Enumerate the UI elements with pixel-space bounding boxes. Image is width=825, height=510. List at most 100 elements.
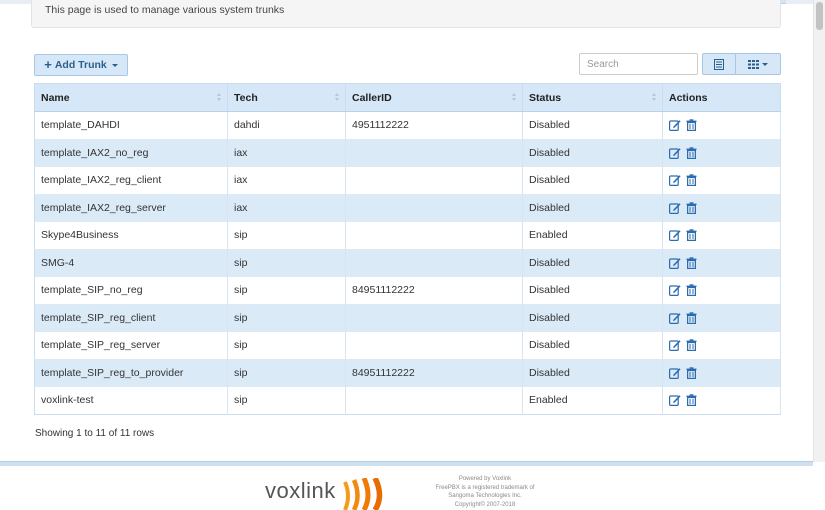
- table-row: SMG-4 sip Disabled: [34, 248, 781, 277]
- footer-line: FreePBX is a registered trademark of: [435, 484, 535, 491]
- cell-name: SMG-4: [34, 248, 228, 277]
- cell-status: Disabled: [522, 303, 663, 332]
- cell-tech: sip: [227, 221, 346, 249]
- trash-icon[interactable]: [686, 119, 698, 132]
- sort-icon: [512, 93, 517, 102]
- scrollbar-thumb[interactable]: [816, 2, 823, 30]
- columns-menu-button[interactable]: [735, 53, 781, 75]
- cell-name: template_IAX2_reg_client: [34, 166, 228, 194]
- cell-actions: [662, 193, 781, 222]
- table-row: Skype4Business sip Enabled: [34, 221, 781, 249]
- cell-callerid: [345, 386, 523, 414]
- columns-grid-icon: [748, 59, 759, 69]
- trunks-table: Name Tech CallerID Status Actions templa…: [34, 83, 781, 415]
- column-header-actions: Actions: [662, 83, 781, 112]
- edit-icon[interactable]: [669, 119, 681, 132]
- sort-icon: [335, 93, 340, 102]
- cell-tech: dahdi: [227, 111, 346, 139]
- cell-callerid: [345, 221, 523, 249]
- cell-tech: sip: [227, 358, 346, 387]
- trash-icon[interactable]: [686, 339, 698, 352]
- plus-icon: +: [44, 57, 52, 72]
- trash-icon[interactable]: [686, 284, 698, 297]
- cell-tech: iax: [227, 166, 346, 194]
- cell-status: Disabled: [522, 138, 663, 167]
- cell-status: Disabled: [522, 193, 663, 222]
- trash-icon[interactable]: [686, 394, 698, 407]
- cell-tech: sip: [227, 386, 346, 414]
- trash-icon[interactable]: [686, 147, 698, 159]
- cell-tech: sip: [227, 248, 346, 277]
- cell-callerid: [345, 331, 523, 359]
- cell-tech: iax: [227, 138, 346, 167]
- cell-name: template_SIP_no_reg: [34, 276, 228, 304]
- add-trunk-button[interactable]: + Add Trunk: [34, 54, 128, 76]
- edit-icon[interactable]: [669, 394, 681, 407]
- cell-status: Disabled: [522, 358, 663, 387]
- cell-actions: [662, 386, 781, 414]
- search-input[interactable]: [579, 53, 698, 75]
- column-header-callerid[interactable]: CallerID: [345, 83, 523, 112]
- cell-name: template_SIP_reg_to_provider: [34, 358, 228, 387]
- sort-icon: [652, 93, 657, 102]
- edit-icon[interactable]: [669, 257, 681, 269]
- edit-icon[interactable]: [669, 202, 681, 214]
- edit-icon[interactable]: [669, 284, 681, 297]
- footer-divider: [0, 461, 813, 466]
- table-row: template_SIP_reg_to_provider sip 849511122…: [34, 358, 781, 387]
- cell-callerid: [345, 166, 523, 194]
- column-header-name[interactable]: Name: [34, 83, 228, 112]
- cell-name: template_IAX2_no_reg: [34, 138, 228, 167]
- trash-icon[interactable]: [686, 174, 698, 187]
- cell-tech: sip: [227, 331, 346, 359]
- logo-waves-icon: [342, 478, 382, 510]
- footer-line: Powered by Voxlink: [458, 476, 512, 482]
- footer-credits: Powered by Voxlink FreePBX is a register…: [424, 475, 546, 509]
- toggle-view-button[interactable]: [702, 53, 736, 75]
- cell-status: Disabled: [522, 276, 663, 304]
- sort-icon: [217, 93, 222, 102]
- cell-callerid: [345, 138, 523, 167]
- cell-name: template_IAX2_reg_server: [34, 193, 228, 222]
- column-header-tech[interactable]: Tech: [227, 83, 346, 112]
- cell-actions: [662, 331, 781, 359]
- cell-actions: [662, 166, 781, 194]
- scrollbar[interactable]: [813, 0, 825, 462]
- trash-icon[interactable]: [686, 257, 698, 269]
- cell-status: Disabled: [522, 166, 663, 194]
- cell-name: template_SIP_reg_server: [34, 331, 228, 359]
- table-row: template_SIP_reg_server sip Disabled: [34, 331, 781, 359]
- edit-icon[interactable]: [669, 147, 681, 159]
- table-row: template_IAX2_reg_client iax Disabled: [34, 166, 781, 194]
- table-row: voxlink-test sip Enabled: [34, 386, 781, 414]
- list-view-icon: [714, 58, 724, 70]
- pagination-info: Showing 1 to 11 of 11 rows: [35, 428, 155, 439]
- table-row: template_IAX2_no_reg iax Disabled: [34, 138, 781, 167]
- cell-status: Disabled: [522, 111, 663, 139]
- cell-actions: [662, 111, 781, 139]
- footer-line: Sangoma Technologies Inc.: [448, 493, 522, 499]
- trash-icon[interactable]: [686, 229, 698, 242]
- cell-actions: [662, 248, 781, 277]
- cell-status: Disabled: [522, 248, 663, 277]
- cell-name: Skype4Business: [34, 221, 228, 249]
- trash-icon[interactable]: [686, 312, 698, 324]
- cell-callerid: 4951112222: [345, 111, 523, 139]
- edit-icon[interactable]: [669, 312, 681, 324]
- cell-tech: sip: [227, 276, 346, 304]
- cell-name: template_SIP_reg_client: [34, 303, 228, 332]
- edit-icon[interactable]: [669, 367, 681, 379]
- cell-callerid: [345, 303, 523, 332]
- cell-actions: [662, 303, 781, 332]
- column-header-status[interactable]: Status: [522, 83, 663, 112]
- edit-icon[interactable]: [669, 339, 681, 352]
- edit-icon[interactable]: [669, 229, 681, 242]
- edit-icon[interactable]: [669, 174, 681, 187]
- table-row: template_IAX2_reg_server iax Disabled: [34, 193, 781, 222]
- add-trunk-label: Add Trunk: [54, 59, 107, 71]
- cell-callerid: [345, 193, 523, 222]
- cell-callerid: 84951112222: [345, 276, 523, 304]
- trash-icon[interactable]: [686, 202, 698, 214]
- cell-status: Enabled: [522, 221, 663, 249]
- trash-icon[interactable]: [686, 367, 698, 379]
